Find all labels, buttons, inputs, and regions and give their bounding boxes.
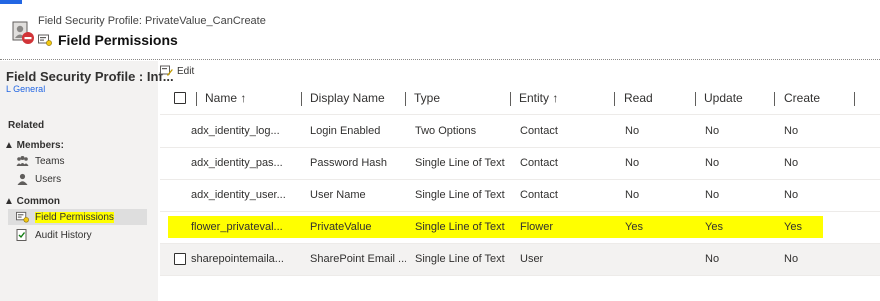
cell-type: Single Line of Text [415, 157, 505, 169]
cell-name: sharepointemaila... [191, 253, 284, 265]
table-row[interactable]: adx_identity_log... Login Enabled Two Op… [160, 116, 880, 148]
nav-item-audit-history[interactable]: Audit History [16, 227, 92, 243]
column-header-create[interactable]: Create [784, 91, 820, 105]
cell-entity: Contact [520, 157, 558, 169]
column-header-update[interactable]: Update [704, 91, 743, 105]
cell-update: No [705, 157, 720, 169]
column-separator [854, 92, 855, 106]
nav-item-users-label: Users [35, 173, 62, 185]
nav-item-teams[interactable]: Teams [16, 153, 64, 169]
edit-button-label: Edit [177, 65, 195, 77]
cell-entity: Contact [520, 125, 558, 137]
column-header-entity[interactable]: Entity ↑ [519, 91, 558, 105]
page-title: Field Permissions [38, 32, 178, 48]
teams-icon [16, 156, 29, 166]
cell-update: No [705, 189, 720, 201]
cell-entity: Contact [520, 189, 558, 201]
active-tab-indicator [0, 0, 22, 4]
cell-create: No [784, 157, 799, 169]
column-separator [196, 92, 197, 106]
cell-read: Yes [625, 221, 643, 233]
cell-display-name: SharePoint Email ... [310, 253, 406, 265]
field-security-profile-icon [12, 21, 34, 44]
cell-entity: User [520, 253, 544, 265]
cell-read: No [625, 157, 640, 169]
select-all-checkbox[interactable] [174, 92, 186, 104]
cell-name: adx_identity_log... [191, 125, 280, 137]
cell-type: Two Options [415, 125, 477, 137]
entity-type-label: Field Security Profile: PrivateValue_Can… [38, 15, 266, 27]
cell-update: No [705, 253, 720, 265]
cell-type: Single Line of Text [415, 253, 505, 265]
edit-button[interactable]: Edit [160, 65, 194, 77]
nav-item-users[interactable]: Users [16, 171, 61, 187]
field-permissions-icon [38, 34, 52, 46]
column-header-read[interactable]: Read [624, 91, 653, 105]
cell-read: No [625, 189, 640, 201]
cell-create: Yes [784, 221, 802, 233]
record-subtitle-link[interactable]: L General [6, 84, 45, 94]
nav-item-audit-history-label: Audit History [35, 229, 92, 241]
cell-display-name: Password Hash [310, 157, 388, 169]
cell-name: adx_identity_user... [191, 189, 286, 201]
cell-read: No [625, 125, 640, 137]
cell-name: adx_identity_pas... [191, 157, 283, 169]
cell-update: Yes [705, 221, 723, 233]
command-bar: Edit [160, 62, 194, 80]
cell-display-name: User Name [310, 189, 366, 201]
cell-display-name: PrivateValue [310, 221, 372, 233]
cell-type: Single Line of Text [415, 221, 505, 233]
column-separator [614, 92, 615, 106]
nav-item-field-permissions-label: Field Permissions [35, 211, 114, 223]
cell-type: Single Line of Text [415, 189, 505, 201]
user-icon [17, 173, 28, 185]
cell-name: flower_privateval... [191, 221, 283, 233]
cell-create: No [784, 125, 799, 137]
common-group-toggle[interactable]: ▲ Common [4, 196, 60, 207]
cell-create: No [784, 253, 799, 265]
column-separator [510, 92, 511, 106]
nav-item-field-permissions[interactable]: Field Permissions [8, 209, 147, 225]
column-separator [774, 92, 775, 106]
field-permissions-icon [16, 211, 29, 223]
cell-update: No [705, 125, 720, 137]
cell-entity: Flower [520, 221, 554, 233]
table-row[interactable]: sharepointemaila... SharePoint Email ...… [160, 244, 880, 276]
grid-header-row: Name ↑ Display Name Type Entity ↑ Read U… [160, 83, 880, 115]
column-separator [695, 92, 696, 106]
column-separator [301, 92, 302, 106]
cell-display-name: Login Enabled [310, 125, 381, 137]
table-row[interactable]: adx_identity_pas... Password Hash Single… [160, 148, 880, 180]
audit-history-icon [16, 229, 27, 241]
column-separator [405, 92, 406, 106]
record-title: Field Security Profile : Inf... [6, 69, 174, 84]
column-header-type[interactable]: Type [414, 91, 440, 105]
nav-item-teams-label: Teams [35, 155, 65, 167]
table-row[interactable]: flower_privateval... PrivateValue Single… [160, 212, 880, 244]
column-header-display-name[interactable]: Display Name [310, 91, 385, 105]
form-header: Field Security Profile: PrivateValue_Can… [0, 0, 880, 60]
page-title-text: Field Permissions [58, 32, 178, 48]
cell-create: No [784, 189, 799, 201]
left-navigation: Field Security Profile : Inf... L Genera… [0, 61, 174, 301]
edit-icon [160, 65, 173, 76]
row-checkbox[interactable] [174, 253, 186, 265]
column-header-name[interactable]: Name ↑ [205, 91, 246, 105]
related-heading: Related [8, 120, 45, 131]
members-group-toggle[interactable]: ▲ Members: [4, 140, 64, 151]
table-row[interactable]: adx_identity_user... User Name Single Li… [160, 180, 880, 212]
